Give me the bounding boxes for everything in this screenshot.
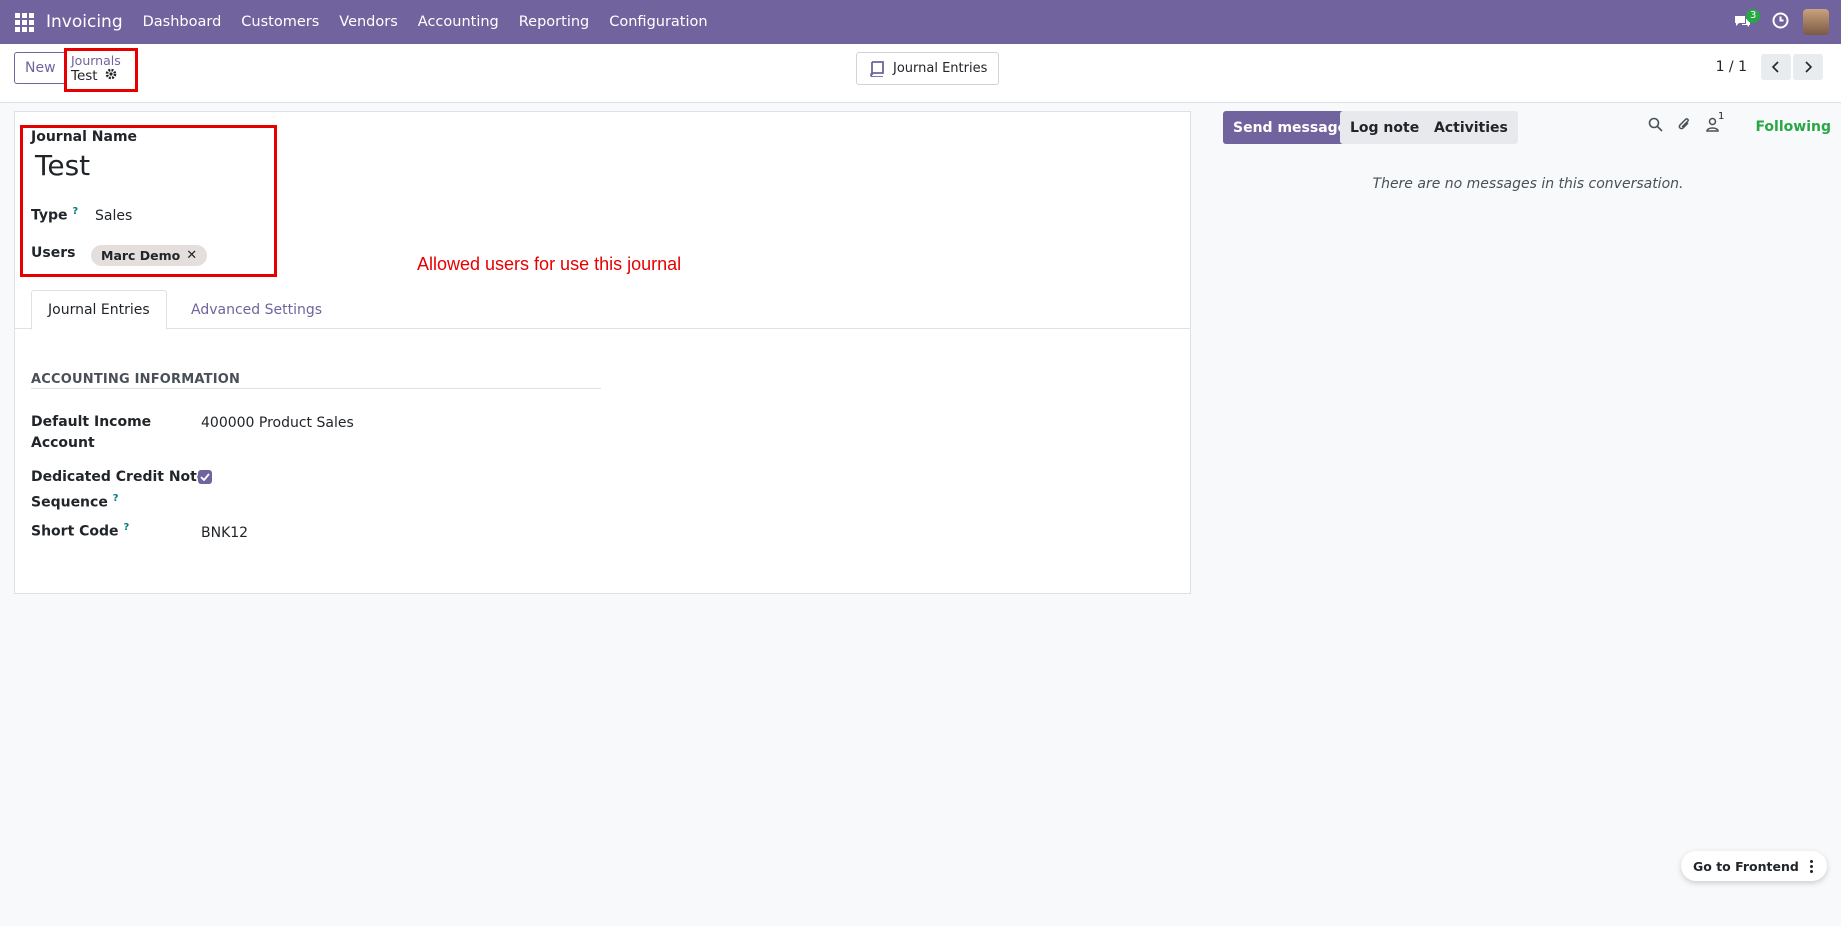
short-code-label-text: Short Code [31, 523, 119, 540]
pager-next-button[interactable] [1793, 54, 1823, 80]
apps-menu-icon[interactable] [0, 0, 48, 44]
users-label: Users [31, 245, 76, 261]
credit-note-sequence-checkbox[interactable] [198, 470, 212, 484]
gear-icon[interactable] [105, 68, 117, 84]
breadcrumb-current-label: Test [71, 68, 98, 84]
form-sheet: Journal Name Test Type ? Sales Users Mar… [14, 111, 1191, 594]
log-note-button[interactable]: Log note [1340, 111, 1430, 144]
menu-dashboard[interactable]: Dashboard [143, 14, 222, 30]
short-code-field[interactable]: BNK12 [201, 525, 248, 541]
credit-note-label-line-1: Dedicated Credit Note [31, 469, 207, 485]
journal-name-input[interactable]: Test [35, 149, 90, 182]
chatter-topbar: Send message Log note Activities 1 Follo… [1223, 111, 1833, 151]
default-income-label-line-2: Account [31, 435, 95, 451]
menu-accounting[interactable]: Accounting [418, 14, 499, 30]
credit-note-help-icon[interactable]: ? [113, 493, 119, 504]
messages-icon[interactable]: 3 [1732, 9, 1761, 34]
journal-name-label: Journal Name [31, 129, 138, 145]
check-icon [200, 473, 210, 481]
tab-advanced-settings[interactable]: Advanced Settings [175, 290, 338, 329]
annotation-text: Allowed users for use this journal [417, 254, 682, 274]
pager: 1 / 1 [1716, 54, 1823, 80]
activities-button[interactable]: Activities [1424, 111, 1518, 144]
followers-icon[interactable]: 1 [1706, 111, 1724, 136]
breadcrumb-journals[interactable]: Journals [71, 53, 135, 68]
menu-vendors[interactable]: Vendors [339, 14, 398, 30]
menu-configuration[interactable]: Configuration [609, 14, 707, 30]
user-tag[interactable]: Marc Demo ✕ [91, 245, 208, 266]
navbar-systray: 3 [1732, 0, 1829, 44]
short-code-label: Short Code ? [31, 522, 129, 540]
journal-entries-smart-button[interactable]: Journal Entries [856, 52, 1000, 85]
pager-value[interactable]: 1 / 1 [1716, 59, 1747, 75]
tab-journal-entries[interactable]: Journal Entries [31, 290, 167, 330]
section-title: ACCOUNTING INFORMATION [31, 372, 241, 387]
followers-count: 1 [1718, 111, 1725, 122]
notebook-tabs: Journal Entries Advanced Settings [15, 290, 1190, 330]
user-avatar[interactable] [1803, 9, 1829, 35]
close-icon[interactable]: ✕ [186, 248, 197, 263]
following-button[interactable]: Following [1755, 119, 1831, 135]
go-to-frontend-button[interactable]: Go to Frontend [1681, 859, 1801, 874]
activity-clock-icon[interactable] [1772, 12, 1789, 33]
type-label-text: Type [31, 207, 68, 224]
default-income-label: Default Income Account [31, 412, 151, 454]
app-name[interactable]: Invoicing [46, 12, 123, 32]
chatter-icons: 1 [1648, 111, 1733, 136]
type-help-icon[interactable]: ? [72, 206, 78, 217]
type-label: Type ? [31, 206, 78, 224]
messages-count-badge: 3 [1746, 9, 1761, 23]
book-icon [870, 60, 884, 77]
short-code-help-icon[interactable]: ? [123, 522, 129, 533]
search-icon[interactable] [1648, 117, 1663, 136]
menu-reporting[interactable]: Reporting [519, 14, 590, 30]
breadcrumb: Journals Test [64, 48, 138, 92]
default-income-label-line-1: Default Income [31, 414, 152, 430]
new-button[interactable]: New [14, 52, 67, 84]
top-navbar: Invoicing Dashboard Customers Vendors Ac… [0, 0, 1841, 44]
go-to-frontend-pill: Go to Frontend [1681, 851, 1827, 881]
pager-previous-button[interactable] [1761, 54, 1791, 80]
kebab-menu-icon[interactable] [1801, 859, 1821, 874]
user-tag-label: Marc Demo [101, 248, 181, 263]
default-income-account-field[interactable]: 400000 Product Sales [201, 415, 354, 431]
chevron-left-icon [1772, 61, 1779, 73]
chevron-right-icon [1805, 61, 1812, 73]
control-panel: New Journals Test Journal Entries 1 / 1 [0, 44, 1841, 103]
credit-note-sequence-label: Dedicated Credit Note Sequence ? [31, 467, 206, 514]
journal-entries-smart-label: Journal Entries [893, 61, 988, 76]
paperclip-icon[interactable] [1677, 117, 1692, 136]
menu-customers[interactable]: Customers [241, 14, 319, 30]
breadcrumb-current: Test [71, 68, 135, 84]
type-select[interactable]: Sales [95, 208, 132, 224]
section-divider [31, 388, 601, 389]
send-message-button[interactable]: Send message [1223, 111, 1358, 144]
empty-conversation-message: There are no messages in this conversati… [1372, 176, 1684, 192]
credit-note-label-line-2: Sequence [31, 494, 108, 511]
